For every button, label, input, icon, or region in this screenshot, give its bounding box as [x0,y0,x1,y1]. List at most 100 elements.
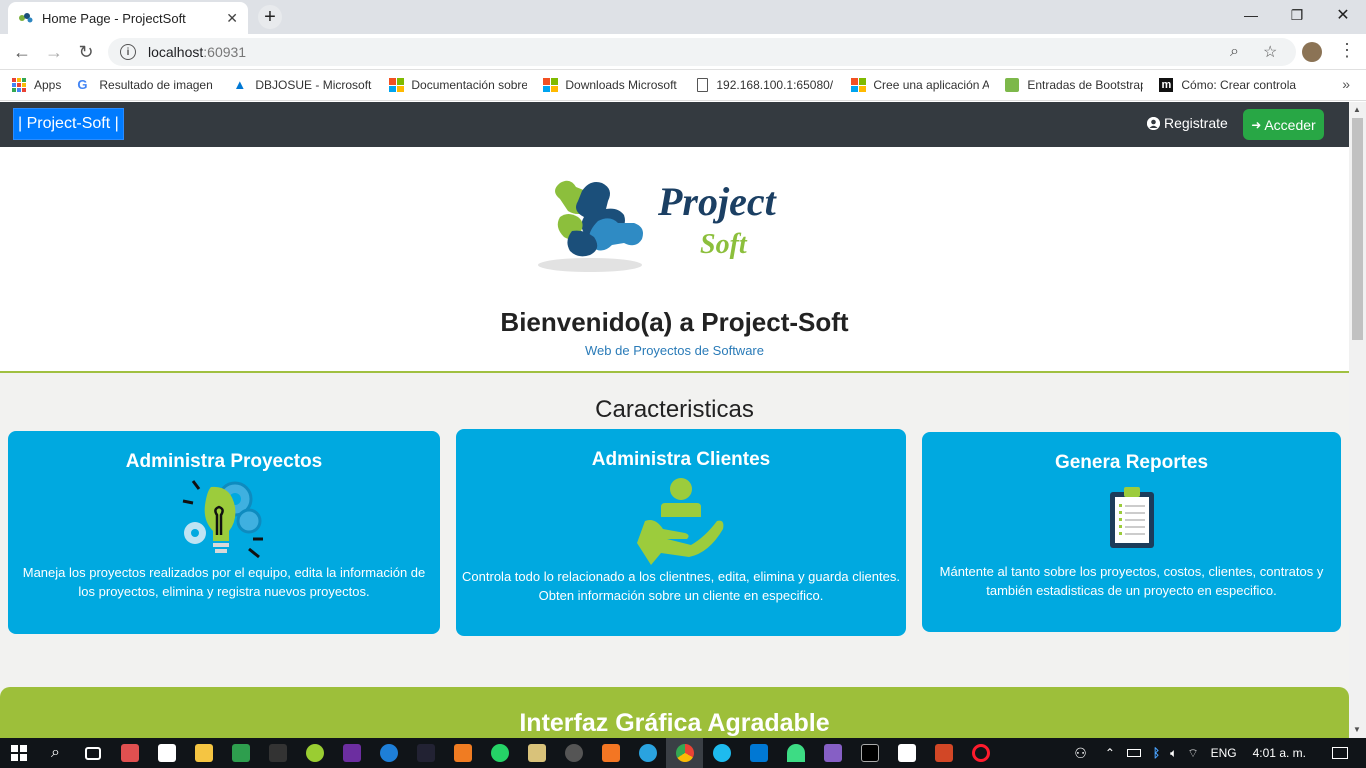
chevron-up-icon[interactable]: ⌃ [1105,746,1115,760]
taskbar-app-cmd[interactable] [851,738,888,768]
site-info-icon[interactable]: i [120,44,136,60]
taskbar-app-explorer[interactable] [185,738,222,768]
battery-icon[interactable] [1126,749,1141,757]
visual-studio-icon [823,744,842,762]
bookmark-downloads[interactable]: Downloads Microsoft [543,78,681,92]
features-heading: Caracteristicas [595,396,754,423]
register-link[interactable]: Registrate [1147,115,1228,131]
restore-button[interactable]: ❐ [1274,0,1320,30]
people-icon[interactable]: ⚇ [1074,745,1087,762]
brand-link[interactable]: | Project-Soft | [13,108,124,140]
taskbar-app-fox[interactable] [407,738,444,768]
back-button[interactable]: ← [10,40,34,64]
scroll-up-icon[interactable]: ▲ [1353,105,1361,114]
feature-card-reports: Genera Reportes Mántente al tanto sobre … [922,432,1341,632]
apps-grid-icon [12,78,26,92]
taskbar-app-sublime[interactable] [444,738,481,768]
taskbar-app-edge[interactable] [370,738,407,768]
bookmark-label: Downloads Microsoft [565,78,677,92]
bookmark-docs[interactable]: Documentación sobre [389,78,527,92]
taskbar-app-telegram[interactable] [629,738,666,768]
page-scrollbar[interactable]: ▲ ▼ [1349,102,1366,738]
taskbar-app-opera[interactable] [962,738,999,768]
taskbar-app-powerpoint[interactable] [925,738,962,768]
azure-icon: ▲ [233,78,247,92]
logo-word-project: Project [657,179,778,224]
internet-explorer-icon [712,744,731,762]
bookmark-label: Cree una aplicación A [873,78,990,92]
sublime-icon [453,744,472,762]
minimize-button[interactable]: — [1228,0,1274,30]
taskbar-app-android-studio[interactable] [777,738,814,768]
page-title: Bienvenido(a) a Project-Soft [500,307,849,337]
register-label: Registrate [1164,115,1228,131]
forward-button[interactable]: → [42,40,66,64]
sign-in-icon: ➜ [1251,117,1262,132]
site-favicon [18,10,34,26]
browser-tab-strip: Home Page - ProjectSoft ✕ + — ❐ ✕ [0,0,1366,34]
taskbar-app-chrome[interactable] [666,738,703,768]
taskbar-app-gray[interactable] [555,738,592,768]
bookmark-ip[interactable]: 192.168.100.1:65080/ [697,78,835,92]
app-dark-icon [268,744,287,762]
bookmark-bootstrap[interactable]: Entradas de Bootstrap [1005,78,1143,92]
start-button[interactable] [0,738,37,768]
tab-title: Home Page - ProjectSoft [42,10,186,26]
clock[interactable]: 4:01 a. m. [1253,746,1306,760]
address-bar[interactable]: i localhost:60931 ⌕ ☆ [108,38,1296,66]
wifi-icon[interactable]: ⌔ [1187,746,1198,761]
bookmark-app[interactable]: Cree una aplicación A [851,78,989,92]
zoom-icon[interactable]: ⌕ [1230,43,1239,61]
bookmark-apps[interactable]: Apps [12,78,61,92]
profile-avatar[interactable] [1302,42,1322,62]
taskbar-app-dark[interactable] [259,738,296,768]
system-tray: ⚇ ⌃ ᛒ 🔈︎ ⌔ ENG 4:01 a. m. [1074,738,1366,768]
bookmark-howto[interactable]: m Cómo: Crear controla [1159,78,1297,92]
bookmark-azure[interactable]: ▲ DBJOSUE - Microsoft [233,78,373,92]
notifications-icon[interactable] [1332,747,1348,759]
calculator-icon [897,744,916,762]
bluetooth-icon[interactable]: ᛒ [1153,746,1160,760]
feature-card-projects: Administra Proyectos Maneja los proyecto… [8,431,440,634]
taskbar-app-calculator[interactable] [888,738,925,768]
taskbar-app-xampp[interactable] [592,738,629,768]
login-button[interactable]: ➜ Acceder [1243,109,1324,140]
card-title: Administra Clientes [591,449,771,470]
site-navbar: | Project-Soft | Registrate ➜ Acceder [0,102,1349,147]
scroll-down-icon[interactable]: ▼ [1353,725,1361,734]
interface-section: Interfaz Gráfica Agradable [0,687,1349,738]
close-window-button[interactable]: ✕ [1320,0,1366,30]
bookmark-star-icon[interactable]: ☆ [1263,42,1277,62]
taskbar-app-vscode[interactable] [740,738,777,768]
paint-icon [120,744,139,762]
taskbar-app-android[interactable] [296,738,333,768]
volume-icon[interactable]: 🔈︎ [1170,746,1177,761]
new-tab-button[interactable]: + [258,5,282,29]
taskbar-app-vs[interactable] [333,738,370,768]
card-text: Mántente al tanto sobre los proyectos, c… [939,564,1324,598]
taskbar-app-store[interactable] [148,738,185,768]
app-green-icon [231,744,250,762]
taskbar-app-tool[interactable] [518,738,555,768]
task-view-button[interactable] [74,738,111,768]
taskbar-app-paint[interactable] [111,738,148,768]
bookmark-google[interactable]: G Resultado de imagen [77,78,217,92]
windows-logo-icon [10,745,27,761]
browser-tab[interactable]: Home Page - ProjectSoft ✕ [8,2,248,34]
search-button[interactable]: ⌕ [37,738,74,768]
powerpoint-icon [934,744,953,762]
more-bookmarks-icon[interactable]: » [1342,76,1350,92]
taskbar-app-green[interactable] [222,738,259,768]
reload-button[interactable]: ↻ [74,40,98,64]
tab-close-icon[interactable]: ✕ [226,10,238,27]
google-icon: G [77,78,88,92]
cmd-icon [860,744,879,762]
page-viewport: | Project-Soft | Registrate ➜ Acceder Pr… [0,102,1349,738]
scrollbar-thumb[interactable] [1352,118,1363,340]
browser-menu-icon[interactable]: ⋮ [1338,40,1356,61]
taskbar-app-vs2[interactable] [814,738,851,768]
language-indicator[interactable]: ENG [1211,746,1237,760]
taskbar-app-whatsapp[interactable] [481,738,518,768]
page-icon [697,78,709,92]
taskbar-app-ie[interactable] [703,738,740,768]
